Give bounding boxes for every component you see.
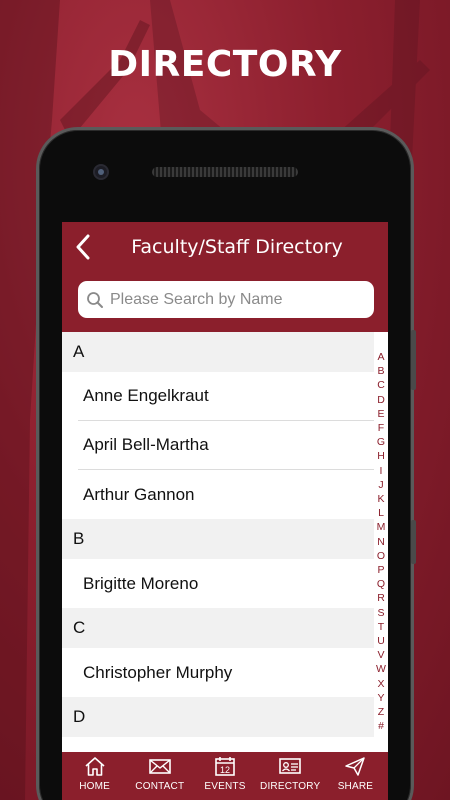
tab-contact[interactable]: CONTACT bbox=[127, 752, 192, 800]
phone-side-button bbox=[411, 520, 416, 564]
index-letter[interactable]: C bbox=[377, 378, 385, 392]
page-title: Faculty/Staff Directory bbox=[131, 236, 343, 258]
tab-directory[interactable]: DIRECTORY bbox=[258, 752, 323, 800]
index-letter[interactable]: G bbox=[377, 435, 385, 449]
index-letter[interactable]: F bbox=[378, 421, 384, 435]
section-header-a: A bbox=[62, 332, 374, 372]
index-letter[interactable]: H bbox=[377, 449, 385, 463]
front-camera bbox=[93, 164, 109, 180]
index-letter[interactable]: B bbox=[377, 364, 384, 378]
index-letter[interactable]: V bbox=[377, 648, 384, 662]
index-letter[interactable]: U bbox=[377, 634, 385, 648]
index-letter[interactable]: J bbox=[378, 478, 383, 492]
tab-label: CONTACT bbox=[135, 781, 185, 792]
index-letter[interactable]: T bbox=[378, 620, 384, 634]
index-letter[interactable]: E bbox=[377, 407, 384, 421]
list-item[interactable]: Brigitte Moreno bbox=[78, 559, 374, 608]
list-item[interactable] bbox=[78, 737, 374, 752]
envelope-icon bbox=[148, 759, 171, 774]
index-letter[interactable]: N bbox=[377, 535, 385, 549]
index-letter[interactable]: M bbox=[377, 520, 386, 534]
index-letter[interactable]: K bbox=[377, 492, 384, 506]
section-header-c: C bbox=[62, 608, 374, 648]
alphabet-index[interactable]: A B C D E F G H I J K L M N O P Q R S T U V W X Y Z # bbox=[374, 350, 388, 733]
calendar-icon: 12 bbox=[215, 757, 235, 776]
index-letter[interactable]: X bbox=[377, 677, 384, 691]
index-letter[interactable]: L bbox=[378, 506, 384, 520]
index-letter[interactable]: S bbox=[377, 606, 384, 620]
promo-title: DIRECTORY bbox=[108, 44, 342, 85]
chevron-left-icon bbox=[76, 234, 90, 260]
id-card-icon bbox=[279, 758, 302, 774]
earpiece-speaker bbox=[152, 167, 298, 177]
tab-label: HOME bbox=[79, 781, 110, 792]
tab-label: DIRECTORY bbox=[260, 781, 321, 792]
tab-bar: HOME CONTACT 12 EVENTS DIRECTORY SHARE bbox=[62, 752, 388, 800]
tab-events[interactable]: 12 EVENTS bbox=[192, 752, 257, 800]
directory-list: A Anne Engelkraut April Bell-Martha Arth… bbox=[62, 332, 374, 752]
index-letter[interactable]: Y bbox=[377, 691, 384, 705]
list-item[interactable]: Anne Engelkraut bbox=[78, 372, 374, 421]
tab-home[interactable]: HOME bbox=[62, 752, 127, 800]
home-icon bbox=[85, 757, 105, 776]
search-input[interactable] bbox=[110, 290, 360, 309]
index-letter[interactable]: R bbox=[377, 591, 385, 605]
app-header: Faculty/Staff Directory bbox=[62, 222, 388, 332]
index-letter[interactable]: P bbox=[377, 563, 384, 577]
index-letter[interactable]: A bbox=[377, 350, 384, 364]
tab-share[interactable]: SHARE bbox=[323, 752, 388, 800]
list-item[interactable]: Christopher Murphy bbox=[78, 648, 374, 697]
phone-side-button bbox=[411, 330, 416, 390]
index-letter[interactable]: D bbox=[377, 393, 385, 407]
tab-label: SHARE bbox=[337, 781, 374, 792]
index-letter[interactable]: O bbox=[377, 549, 385, 563]
section-header-d: D bbox=[62, 697, 374, 737]
list-item[interactable]: Arthur Gannon bbox=[78, 470, 374, 519]
search-icon bbox=[86, 290, 106, 310]
app-screen: Faculty/Staff Directory A Anne Engelkrau… bbox=[62, 222, 388, 800]
index-letter[interactable]: Q bbox=[377, 577, 385, 591]
search-bar[interactable] bbox=[78, 281, 374, 318]
list-item[interactable]: April Bell-Martha bbox=[78, 421, 374, 470]
section-header-b: B bbox=[62, 519, 374, 559]
index-letter[interactable]: Z bbox=[378, 705, 384, 719]
share-icon bbox=[345, 757, 366, 776]
tab-label: EVENTS bbox=[204, 781, 246, 792]
back-button[interactable] bbox=[68, 232, 98, 262]
svg-text:12: 12 bbox=[220, 765, 230, 775]
index-letter[interactable]: W bbox=[376, 662, 386, 676]
index-letter[interactable]: I bbox=[380, 464, 383, 478]
index-letter[interactable]: # bbox=[378, 719, 384, 733]
